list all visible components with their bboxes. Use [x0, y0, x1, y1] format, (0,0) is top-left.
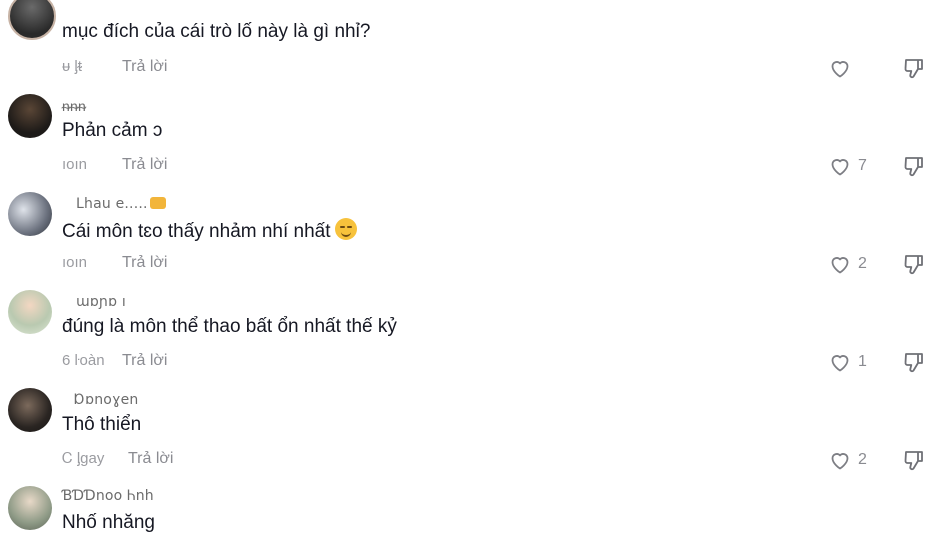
comment-text-body: Phản cảm [62, 120, 148, 141]
comment-item: ᵰᵰᵰ Phản cảm ↄ ıoın Trả lời 7 [0, 94, 940, 196]
comment-time: Ꮯ ᶅgay [62, 450, 105, 467]
comment-username[interactable]: Lhau e..... [76, 196, 166, 212]
comment-meta: ıoın Trả lời [62, 254, 167, 272]
comment-username[interactable]: ᵰᵰᵰ [62, 98, 86, 115]
comment-meta: 6 ŀoàn Trả lời [62, 352, 167, 370]
comment-username[interactable]: Ɒɒnoɣen [74, 392, 139, 408]
comment-meta: Ꮯ ᶅgay Trả lời [62, 450, 173, 468]
heart-outline-icon [831, 355, 849, 372]
comment-text: Thô thiển [62, 414, 142, 435]
comment-item: ɯɒɲɒ ı đúng là môn thể thao bất ổn nhất … [0, 290, 940, 392]
heart-outline-icon [831, 257, 849, 274]
username-text: Lhau e..... [76, 196, 148, 212]
comment-text-suffix: ↄ [152, 120, 163, 141]
fist-emoji-icon [149, 197, 166, 209]
comment-time: ıoın [62, 156, 88, 173]
like-count: 2 [858, 255, 867, 272]
comment-text: Phản cảm ↄ [62, 120, 162, 142]
comment-text: Cái môn tɛo thấy nhảm nhí nhất [62, 218, 357, 243]
thumbs-down-icon[interactable] [902, 252, 926, 276]
comment-text: Nhố nhăng [62, 512, 155, 533]
heart-outline-icon [831, 61, 849, 78]
comment-text: đúng là môn thể thao bất ổn nhất thế kỷ [62, 316, 397, 337]
like-count: 7 [858, 157, 867, 174]
smirk-emoji-icon [334, 218, 357, 240]
avatar[interactable] [8, 94, 52, 138]
thumbs-down-icon[interactable] [902, 350, 926, 374]
like-count: 2 [858, 451, 867, 468]
avatar[interactable] [8, 290, 52, 334]
reply-button[interactable]: Trả lời [128, 450, 173, 467]
avatar[interactable] [8, 388, 52, 432]
comment-username[interactable]: ɯɒɲɒ ı [76, 294, 126, 310]
comment-text: mục đích của cái trò lố này là gì nhỉ? [62, 21, 371, 42]
comment-text-body: Cái môn tɛo thấy nhảm nhí nhất [62, 221, 331, 242]
like-button[interactable]: 1 [828, 350, 867, 374]
comment-item: Lhau e..... Cái môn tɛo thấy nhảm nhí nh… [0, 192, 940, 294]
comment-time: 6 ŀoàn [62, 352, 105, 369]
thumbs-down-icon[interactable] [902, 56, 926, 80]
avatar[interactable] [8, 0, 56, 40]
reply-button[interactable]: Trả lời [122, 58, 167, 75]
like-button[interactable]: 2 [828, 448, 867, 472]
comment-item: mục đích của cái trò lố này là gì nhỉ? ᵾ… [0, 0, 940, 98]
comment-item: Ɒɒnoɣen Thô thiển Ꮯ ᶅgay Trả lời 2 [0, 388, 940, 490]
heart-outline-icon [831, 159, 849, 176]
comment-item: ƁƊƊnoo Ꮒnh Nhố nhăng [0, 486, 940, 541]
like-button[interactable]: 2 [828, 252, 867, 276]
comment-time: ıoın [62, 254, 88, 271]
avatar[interactable] [8, 486, 52, 530]
avatar[interactable] [8, 192, 52, 236]
thumbs-down-icon[interactable] [902, 154, 926, 178]
like-count: 1 [858, 353, 867, 370]
like-button[interactable]: 7 [828, 154, 867, 178]
thumbs-down-icon[interactable] [902, 448, 926, 472]
like-button[interactable] [828, 56, 858, 80]
comment-time: ᵾ ᶅᵵ [62, 58, 82, 75]
comment-meta: ıoın Trả lời [62, 156, 167, 174]
comment-meta: ᵾ ᶅᵵ Trả lời [62, 58, 167, 76]
reply-button[interactable]: Trả lời [122, 156, 167, 173]
reply-button[interactable]: Trả lời [122, 254, 167, 271]
heart-outline-icon [831, 453, 849, 470]
comment-username[interactable]: ƁƊƊnoo Ꮒnh [62, 488, 154, 504]
reply-button[interactable]: Trả lời [122, 352, 167, 369]
